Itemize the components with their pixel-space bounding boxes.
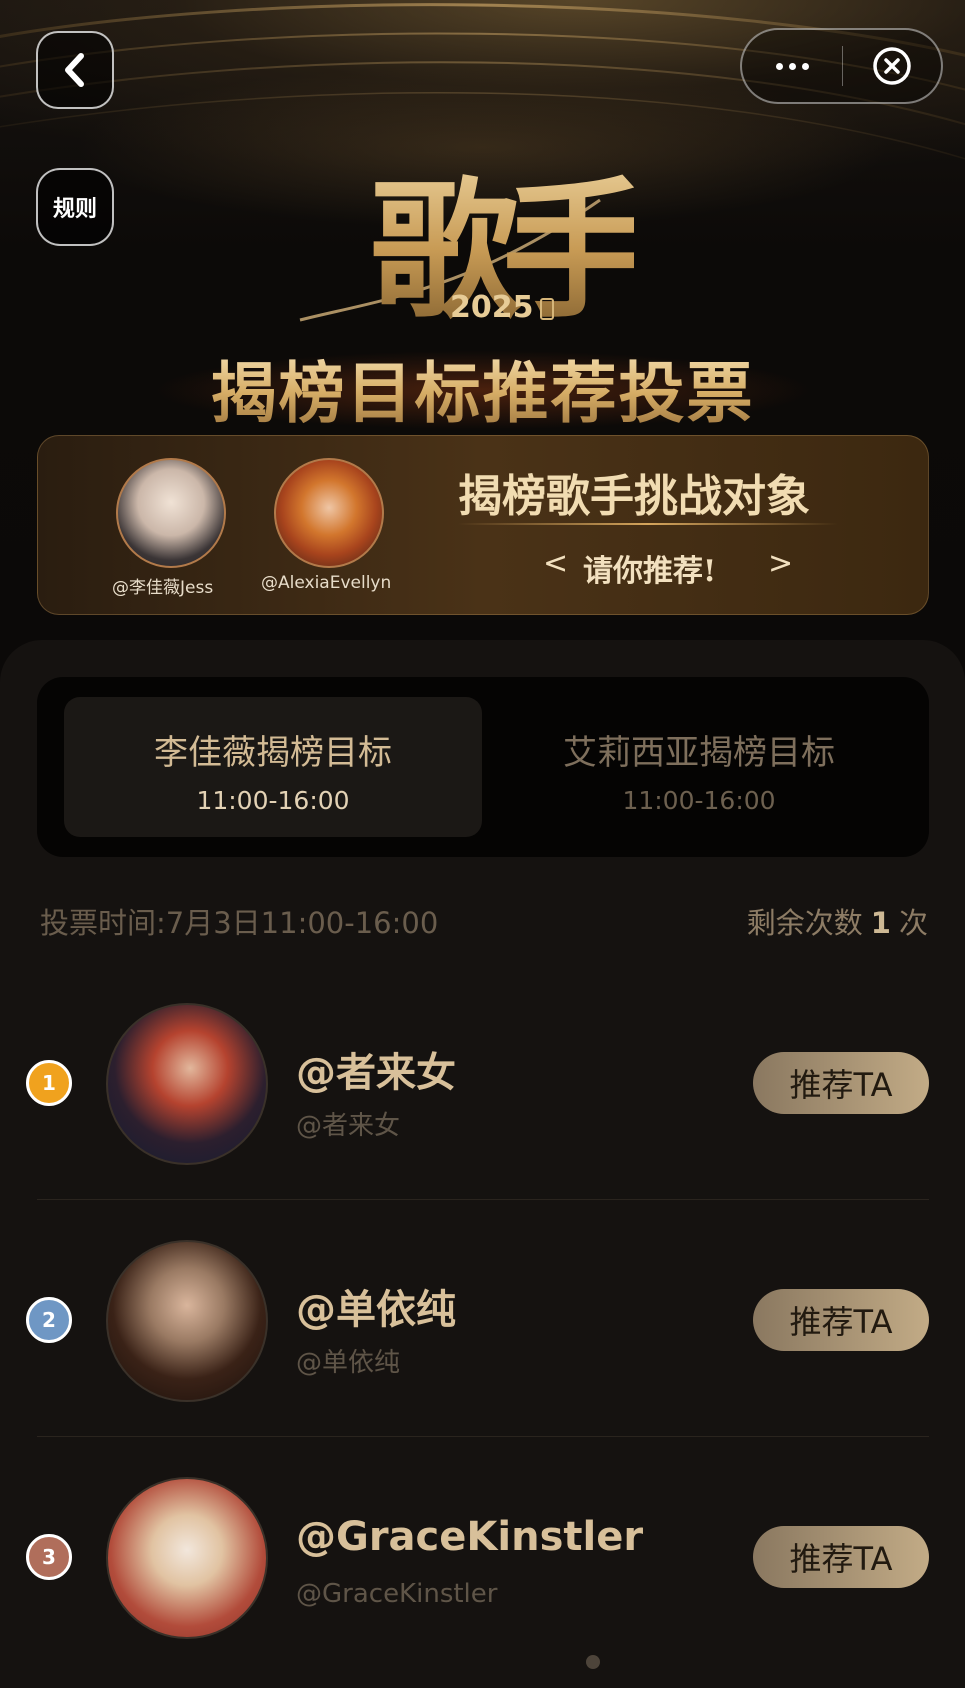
challenge-banner[interactable]: @李佳薇Jess @AlexiaEvellyn 揭榜歌手挑战对象 < 请你推荐!… (37, 435, 929, 615)
close-button[interactable] (843, 46, 941, 86)
candidate-handle: @GraceKinstler (296, 1579, 498, 1609)
rules-button[interactable]: 规则 (36, 168, 114, 246)
banner-divider (458, 523, 838, 525)
recommend-button[interactable]: 推荐TA (753, 1526, 929, 1588)
row-divider (37, 1199, 929, 1200)
logo-badge-icon (540, 298, 554, 320)
show-logo: 歌手 2025 (270, 130, 652, 339)
more-button[interactable] (742, 30, 842, 102)
page-title: 揭榜目标推荐投票 (0, 340, 965, 436)
row-divider (37, 1436, 929, 1437)
scroll-indicator (586, 1655, 600, 1669)
tab-title: 艾莉西亚揭榜目标 (563, 733, 835, 773)
avatar (116, 458, 226, 568)
candidate-handle: @者来女 (296, 1111, 401, 1141)
rank-badge: 3 (26, 1534, 72, 1580)
candidate-row: 1 @者来女 @者来女 推荐TA (0, 1000, 965, 1236)
recommend-button[interactable]: 推荐TA (753, 1052, 929, 1114)
remaining-count: 1 (870, 906, 891, 940)
banner-subtitle: 请你推荐! (583, 554, 717, 589)
close-circle-icon (873, 47, 911, 85)
tab-title: 李佳薇揭榜目标 (154, 733, 392, 773)
candidate-name: @单依纯 (296, 1287, 456, 1333)
avatar (106, 1240, 268, 1402)
avatar (274, 458, 384, 568)
more-dots-icon (775, 62, 783, 70)
avatar (106, 1003, 268, 1165)
chevron-left-icon: < (543, 546, 569, 581)
remaining-votes: 剩余次数 1 次 (747, 900, 928, 942)
tab-time: 11:00-16:00 (196, 786, 350, 815)
remaining-suffix: 次 (898, 906, 928, 940)
singer-handle: @AlexiaEvellyn (261, 573, 392, 593)
candidate-handle: @单依纯 (296, 1348, 401, 1378)
banner-title: 揭榜歌手挑战对象 (458, 471, 810, 522)
tab-alexia-target[interactable]: 艾莉西亚揭榜目标 11:00-16:00 (490, 697, 908, 837)
miniapp-capsule (740, 28, 943, 104)
tab-jess-target[interactable]: 李佳薇揭榜目标 11:00-16:00 (64, 697, 482, 837)
recommend-button[interactable]: 推荐TA (753, 1289, 929, 1351)
rank-badge: 2 (26, 1297, 72, 1343)
candidate-row: 3 @GraceKinstler @GraceKinstler 推荐TA (0, 1474, 965, 1688)
chevron-left-icon (65, 53, 84, 87)
remaining-prefix: 剩余次数 (746, 906, 863, 940)
rank-badge: 1 (26, 1060, 72, 1106)
vote-time: 投票时间:7月3日11:00-16:00 (40, 906, 439, 940)
avatar (106, 1477, 268, 1639)
candidate-name: @GraceKinstler (296, 1514, 644, 1560)
tab-time: 11:00-16:00 (622, 786, 776, 815)
logo-year: 2025 (450, 290, 534, 325)
candidate-name: @者来女 (296, 1050, 456, 1096)
singer-handle: @李佳薇Jess (112, 578, 214, 598)
back-button[interactable] (36, 31, 114, 109)
candidate-row: 2 @单依纯 @单依纯 推荐TA (0, 1237, 965, 1473)
target-tabs: 李佳薇揭榜目标 11:00-16:00 艾莉西亚揭榜目标 11:00-16:00 (37, 677, 929, 857)
chevron-right-icon: > (768, 546, 794, 581)
